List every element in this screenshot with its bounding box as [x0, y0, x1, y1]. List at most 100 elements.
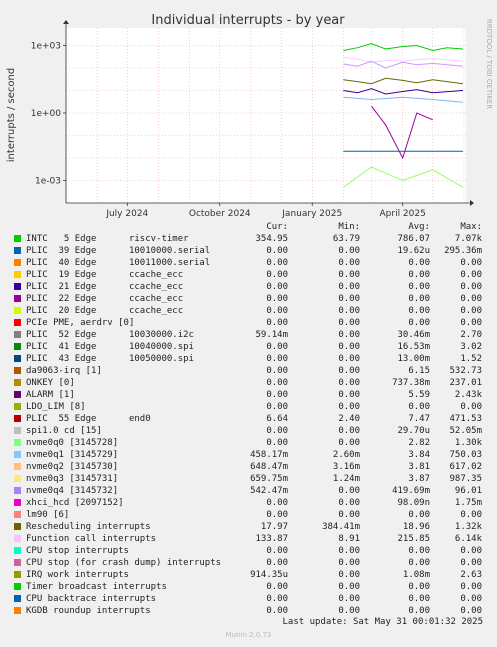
legend-value-max: 0.00: [460, 270, 482, 280]
legend-value-min: 0.00: [338, 498, 360, 508]
legend-row: PCIe PME, aerdrv [0] 0.00 0.00 0.00 0.00: [14, 317, 489, 329]
legend-row: PLIC 19 Edge ccache_ecc 0.00 0.00 0.00 0.00: [14, 269, 489, 281]
legend-label: Timer broadcast interrupts: [26, 582, 167, 592]
legend-value-cur: 0.00: [266, 282, 288, 292]
chart: Individual interrupts - by year interrup…: [6, 13, 493, 219]
legend-value-cur: 17.97: [260, 522, 288, 532]
legend-value-cur: 0.00: [266, 402, 288, 412]
x-tick-label: April 2025: [380, 209, 426, 219]
legend-swatch: [14, 583, 21, 590]
legend-swatch: [14, 319, 21, 326]
legend-value-min: 0.00: [338, 378, 360, 388]
legend-value-min: 0.00: [338, 342, 360, 352]
header-max: Max:: [460, 222, 482, 232]
legend-label: PLIC 43 Edge 10050000.spi: [26, 354, 194, 364]
legend-value-cur: 0.00: [266, 258, 288, 268]
legend-value-max: 2.70: [460, 330, 482, 340]
legend-label: PLIC 21 Edge ccache_ecc: [26, 282, 184, 292]
y-axis-arrow: [63, 20, 69, 24]
legend-value-min: 0.00: [338, 270, 360, 280]
legend-value-cur: 0.00: [266, 246, 288, 256]
y-tick-label: 1e+00: [31, 109, 62, 119]
legend-value-cur: 0.00: [266, 318, 288, 328]
legend-swatch: [14, 607, 21, 614]
legend-value-min: 0.00: [338, 546, 360, 556]
legend-table: Cur: Min: Avg: Max: INTC 5 Edge riscv-ti…: [14, 221, 489, 617]
legend-row: PLIC 43 Edge 10050000.spi 0.00 0.00 13.00m 1…: [14, 353, 489, 365]
header-min: Min:: [338, 222, 360, 232]
legend-value-cur: 0.00: [266, 354, 288, 364]
legend-swatch: [14, 307, 21, 314]
legend-label: PLIC 22 Edge ccache_ecc: [26, 294, 184, 304]
legend-swatch: [14, 523, 21, 530]
legend-row: CPU stop interrupts 0.00 0.00 0.00 0.00: [14, 545, 489, 557]
legend-label: CPU stop interrupts: [26, 546, 129, 556]
legend-label: nvme0q3 [3145731]: [26, 474, 119, 484]
legend-value-min: 0.00: [338, 438, 360, 448]
legend-row: nvme0q3 [3145731] 659.75m 1.24m 3.87 987.35: [14, 473, 489, 485]
legend-row: PLIC 41 Edge 10040000.spi 0.00 0.00 16.53m 3…: [14, 341, 489, 353]
legend-value-min: 0.00: [338, 558, 360, 568]
plot-area: [66, 28, 466, 203]
legend-value-max: 471.53: [449, 414, 482, 424]
legend-swatch: [14, 415, 21, 422]
y-axis-label: interrupts / second: [6, 68, 17, 162]
legend-label: nvme0q4 [3145732]: [26, 486, 119, 496]
legend-value-cur: 0.00: [266, 270, 288, 280]
legend-value-max: 0.00: [460, 282, 482, 292]
legend-value-cur: 458.17m: [250, 450, 288, 460]
legend-swatch: [14, 511, 21, 518]
legend-swatch: [14, 559, 21, 566]
legend-value-max: 52.05m: [449, 426, 482, 436]
legend-label: spi1.0 cd [15]: [26, 426, 102, 436]
legend-value-min: 0.00: [338, 246, 360, 256]
legend-value-min: 384.41m: [322, 522, 360, 532]
legend-value-min: 0.00: [338, 594, 360, 604]
legend-value-max: 237.01: [449, 378, 482, 388]
legend-label: ONKEY [0]: [26, 378, 75, 388]
legend-label: LDO_LIM [8]: [26, 402, 86, 412]
x-axis-arrow: [470, 200, 474, 206]
legend-swatch: [14, 547, 21, 554]
legend-value-min: 0.00: [338, 318, 360, 328]
legend-swatch: [14, 235, 21, 242]
legend-label: PLIC 19 Edge ccache_ecc: [26, 270, 184, 280]
legend-value-cur: 0.00: [266, 378, 288, 388]
x-tick-label: January 2025: [281, 209, 342, 219]
legend-swatch: [14, 403, 21, 410]
legend-label: PLIC 20 Edge ccache_ecc: [26, 306, 184, 316]
legend-label: Function call interrupts: [26, 534, 157, 544]
legend-value-cur: 659.75m: [250, 474, 288, 484]
legend-value-min: 0.00: [338, 330, 360, 340]
legend-value-min: 0.00: [338, 486, 360, 496]
legend-value-min: 2.40: [338, 414, 360, 424]
legend-value-cur: 648.47m: [250, 462, 288, 472]
legend-row: LDO_LIM [8] 0.00 0.00 0.00 0.00: [14, 401, 489, 413]
legend-value-min: 0.00: [338, 366, 360, 376]
legend-value-cur: 133.87: [255, 534, 288, 544]
legend-value-max: 0.00: [460, 258, 482, 268]
legend-row: Function call interrupts 133.87 8.91 215.85…: [14, 533, 489, 545]
legend-value-max: 987.35: [449, 474, 482, 484]
legend-row: PLIC 40 Edge 10011000.serial 0.00 0.00 0.00…: [14, 257, 489, 269]
legend-value-cur: 0.00: [266, 294, 288, 304]
y-tick-label: 1e+03: [31, 42, 61, 52]
legend-value-min: 0.00: [338, 426, 360, 436]
legend-value-cur: 0.00: [266, 426, 288, 436]
legend-swatch: [14, 367, 21, 374]
legend-value-max: 0.00: [460, 306, 482, 316]
legend-value-min: 0.00: [338, 294, 360, 304]
legend-row: INTC 5 Edge riscv-timer 354.95 63.79 786.07…: [14, 233, 489, 245]
legend-swatch: [14, 439, 21, 446]
legend-value-max: 6.14k: [454, 534, 482, 544]
legend-value-max: 0.00: [460, 294, 482, 304]
legend-value-min: 0.00: [338, 306, 360, 316]
legend-value-max: 0.00: [460, 558, 482, 568]
legend-value-min: 0.00: [338, 390, 360, 400]
legend-label: PLIC 52 Edge 10030000.i2c: [26, 330, 194, 340]
legend-label: CPU backtrace interrupts: [26, 594, 157, 604]
legend-value-cur: 0.00: [266, 582, 288, 592]
legend-row: Rescheduling interrupts 17.97 384.41m 18.96…: [14, 521, 489, 533]
legend-value-min: 63.79: [332, 234, 360, 244]
legend-row: CPU stop (for crash dump) interrupts 0.00…: [14, 557, 489, 569]
